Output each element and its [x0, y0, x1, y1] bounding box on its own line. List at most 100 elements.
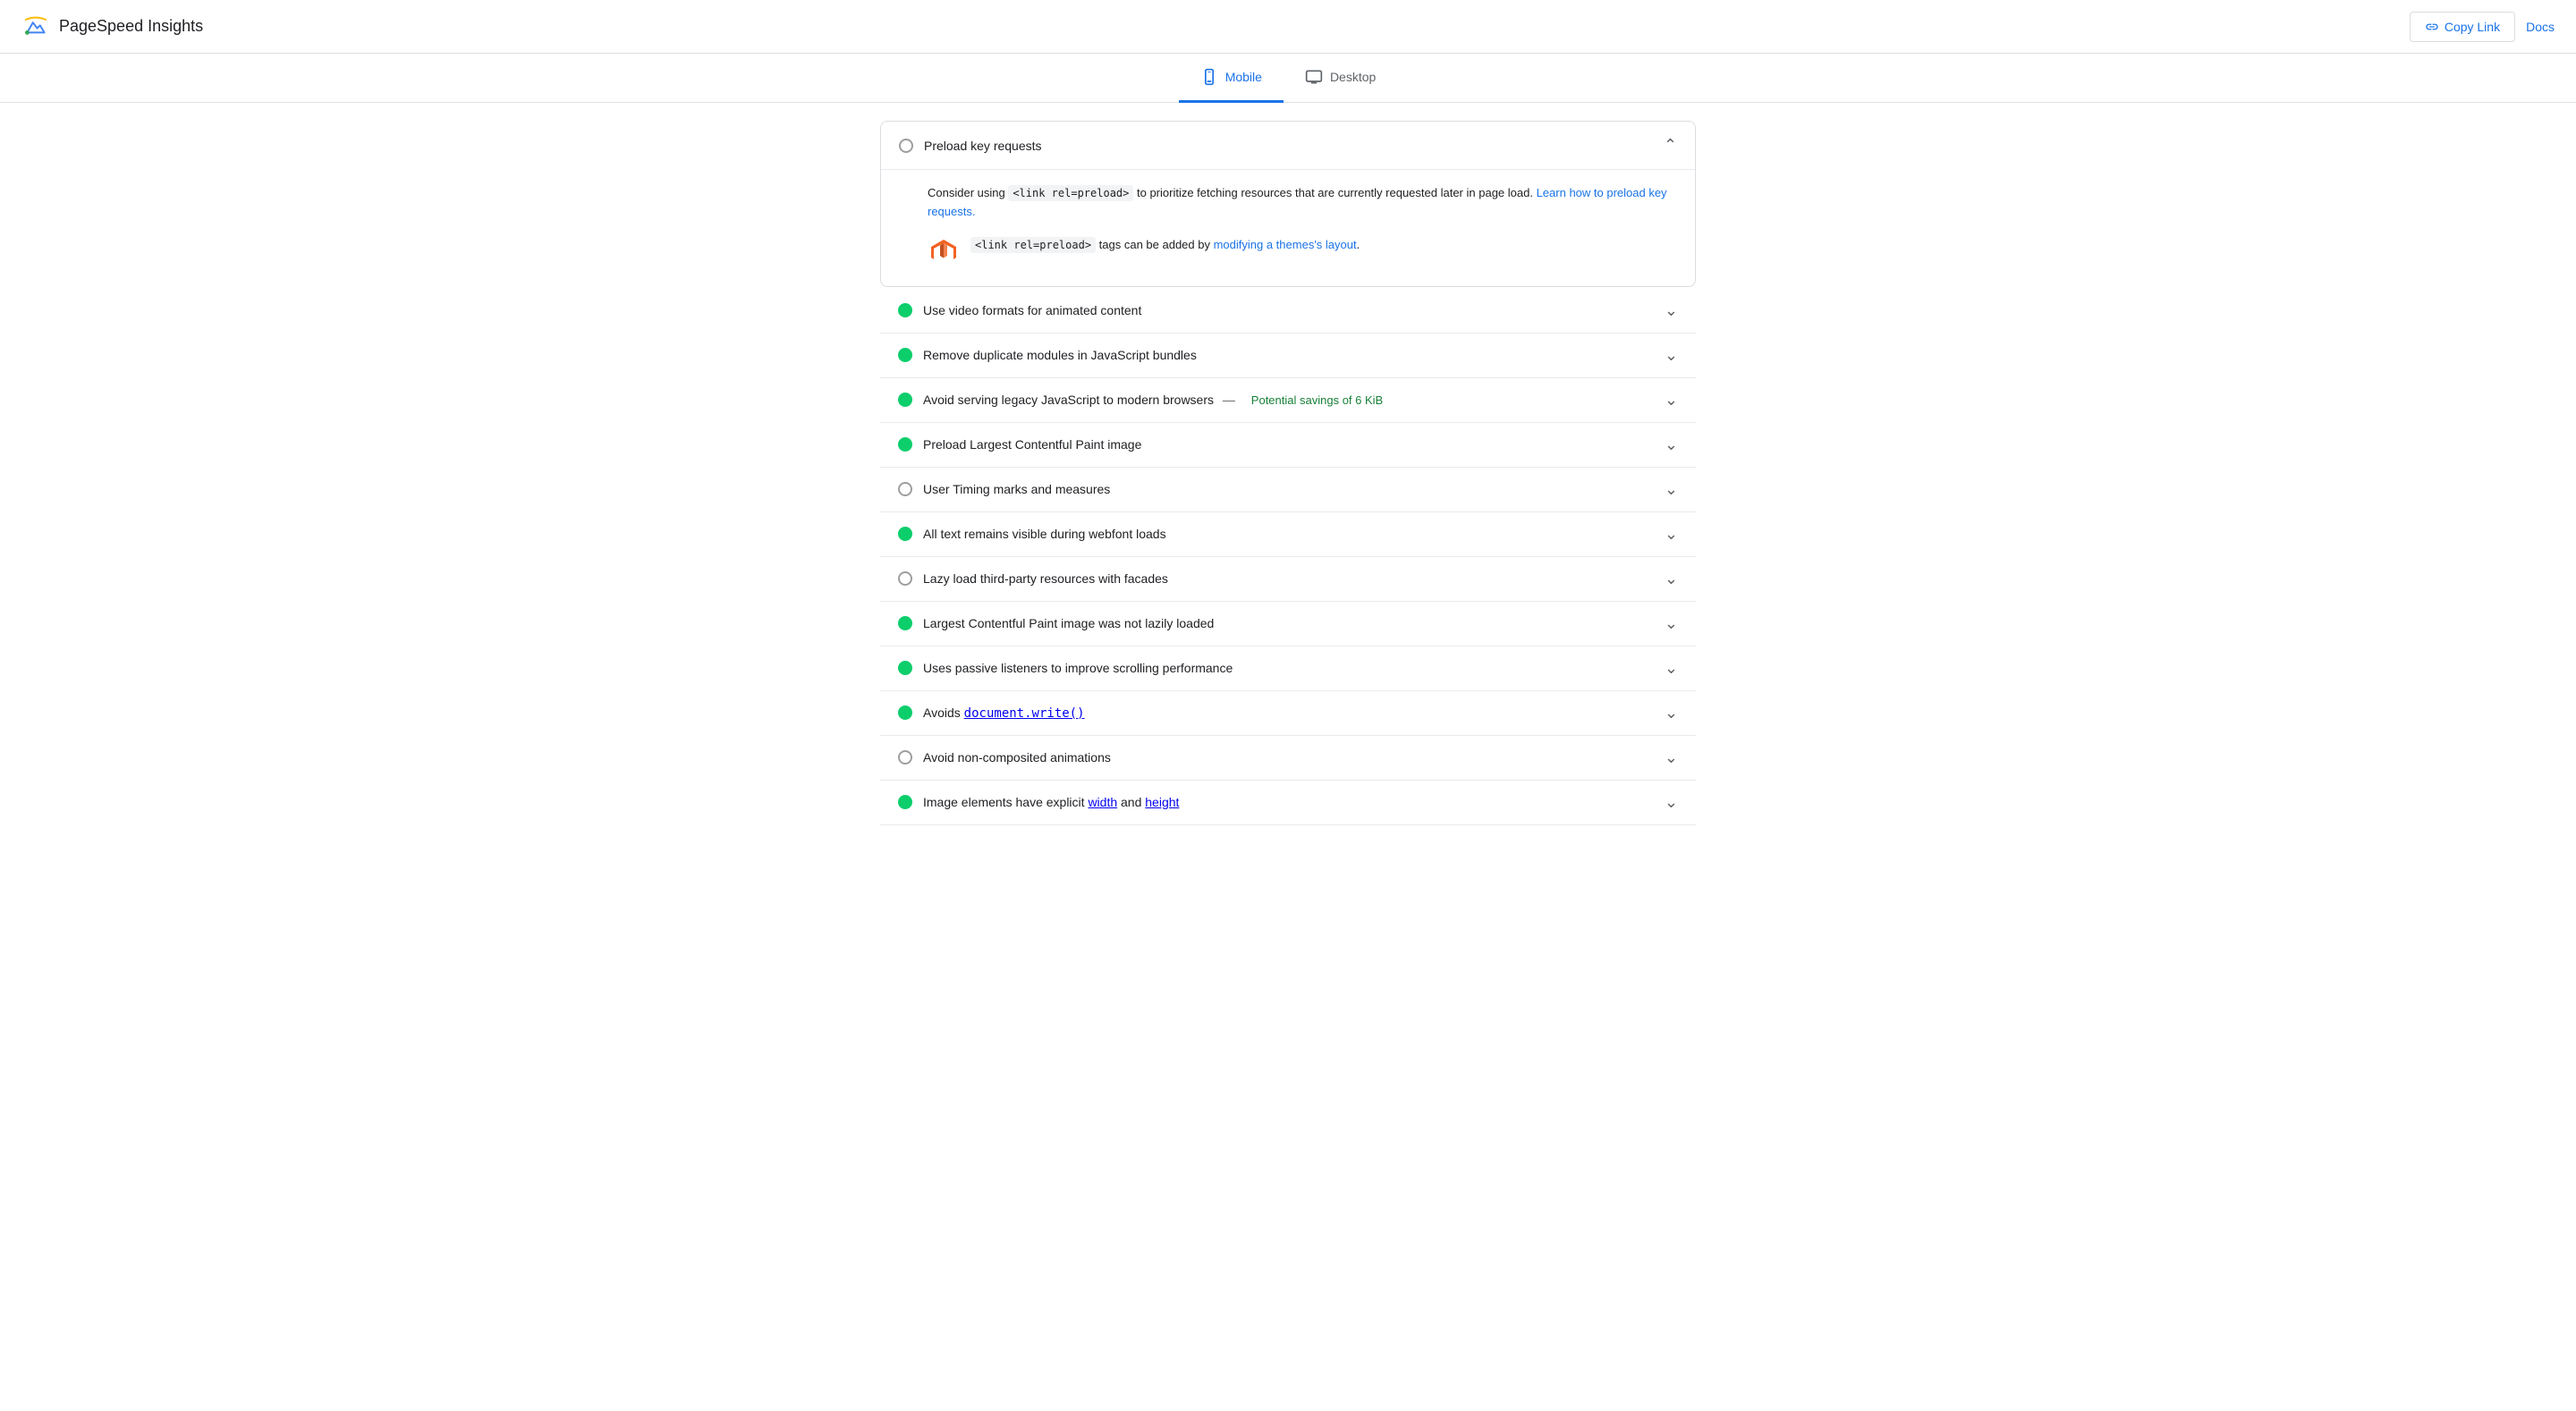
chevron-down-icon-4: ⌄: [1665, 435, 1678, 454]
chevron-down-icon-12: ⌄: [1665, 793, 1678, 812]
tab-mobile-label: Mobile: [1225, 70, 1262, 84]
audit-item-5[interactable]: User Timing marks and measures ⌄: [880, 468, 1696, 512]
audit-item-12[interactable]: Image elements have explicit width and h…: [880, 781, 1696, 825]
tab-desktop[interactable]: Desktop: [1284, 54, 1397, 103]
chevron-down-icon-3: ⌄: [1665, 391, 1678, 410]
tabs-nav: Mobile Desktop: [0, 54, 2576, 103]
audit-list: Use video formats for animated content ⌄…: [880, 289, 1696, 825]
audit-label-11: Avoid non-composited animations: [923, 750, 1111, 765]
header-right: Copy Link Docs: [2410, 12, 2555, 42]
magento-text: <link rel=preload> tags can be added by …: [970, 236, 1360, 255]
copy-link-button[interactable]: Copy Link: [2410, 12, 2515, 42]
audit-item-left-1: Use video formats for animated content: [898, 303, 1141, 317]
tab-desktop-label: Desktop: [1330, 70, 1376, 84]
savings-badge-3: Potential savings of 6 KiB: [1251, 393, 1383, 407]
audit-item-1[interactable]: Use video formats for animated content ⌄: [880, 289, 1696, 334]
audit-item-4[interactable]: Preload Largest Contentful Paint image ⌄: [880, 423, 1696, 468]
chevron-down-icon-5: ⌄: [1665, 480, 1678, 499]
status-dot-green-8: [898, 616, 912, 630]
audit-item-11[interactable]: Avoid non-composited animations ⌄: [880, 736, 1696, 781]
chevron-down-icon-2: ⌄: [1665, 346, 1678, 365]
panel-description: Consider using <link rel=preload> to pri…: [928, 184, 1674, 222]
code-snippet: <link rel=preload>: [1008, 185, 1133, 201]
audit-item-left-9: Uses passive listeners to improve scroll…: [898, 661, 1233, 675]
description-suffix: to prioritize fetching resources that ar…: [1133, 186, 1536, 199]
audit-label-3: Avoid serving legacy JavaScript to moder…: [923, 393, 1383, 407]
mobile-icon: [1200, 68, 1218, 86]
audit-item-left-11: Avoid non-composited animations: [898, 750, 1111, 765]
audit-item-left-5: User Timing marks and measures: [898, 482, 1110, 496]
audit-item-left-8: Largest Contentful Paint image was not l…: [898, 616, 1214, 630]
chevron-down-icon-1: ⌄: [1665, 301, 1678, 320]
chevron-down-icon-10: ⌄: [1665, 704, 1678, 722]
status-dot-na-11: [898, 750, 912, 765]
document-write-link[interactable]: document.write(): [964, 706, 1085, 720]
chevron-down-icon-7: ⌄: [1665, 570, 1678, 588]
panel-body: Consider using <link rel=preload> to pri…: [881, 169, 1695, 286]
magento-icon: [928, 236, 960, 268]
audit-item-left-6: All text remains visible during webfont …: [898, 527, 1166, 541]
status-dot-na: [899, 139, 913, 153]
status-dot-green-9: [898, 661, 912, 675]
width-link[interactable]: width: [1088, 795, 1117, 809]
panel-header-left: Preload key requests: [899, 139, 1042, 153]
audit-label-2: Remove duplicate modules in JavaScript b…: [923, 348, 1197, 362]
magento-text-prefix: <link rel=preload> tags can be added by: [970, 238, 1214, 251]
status-dot-green-12: [898, 795, 912, 809]
audit-item-7[interactable]: Lazy load third-party resources with fac…: [880, 557, 1696, 602]
audit-item-left-2: Remove duplicate modules in JavaScript b…: [898, 348, 1197, 362]
audit-item-9[interactable]: Uses passive listeners to improve scroll…: [880, 646, 1696, 691]
savings-separator-3: —: [1223, 393, 1239, 407]
audit-label-6: All text remains visible during webfont …: [923, 527, 1166, 541]
audit-label-8: Largest Contentful Paint image was not l…: [923, 616, 1214, 630]
magento-text-suffix: .: [1357, 238, 1360, 251]
status-dot-green-4: [898, 437, 912, 452]
status-dot-na-7: [898, 571, 912, 586]
audit-item-2[interactable]: Remove duplicate modules in JavaScript b…: [880, 334, 1696, 378]
status-dot-green-10: [898, 706, 912, 720]
link-icon: [2425, 20, 2439, 34]
document-write-code: document.write(): [964, 706, 1085, 721]
audit-label-9: Uses passive listeners to improve scroll…: [923, 661, 1233, 675]
audit-item-6[interactable]: All text remains visible during webfont …: [880, 512, 1696, 557]
audit-item-left-10: Avoids document.write(): [898, 706, 1085, 721]
chevron-up-icon: ⌃: [1664, 136, 1677, 155]
magento-layout-link[interactable]: modifying a themes's layout: [1214, 238, 1357, 251]
magento-notice: <link rel=preload> tags can be added by …: [928, 236, 1674, 268]
copy-link-label: Copy Link: [2445, 20, 2500, 34]
docs-link[interactable]: Docs: [2526, 20, 2555, 34]
status-dot-green-6: [898, 527, 912, 541]
audit-item-left-7: Lazy load third-party resources with fac…: [898, 571, 1168, 586]
status-dot-na-5: [898, 482, 912, 496]
panel-title: Preload key requests: [924, 139, 1042, 153]
tab-mobile[interactable]: Mobile: [1179, 54, 1284, 103]
header-left: PageSpeed Insights: [21, 13, 203, 41]
audit-label-10: Avoids document.write(): [923, 706, 1085, 721]
chevron-down-icon-6: ⌄: [1665, 525, 1678, 544]
audit-item-3[interactable]: Avoid serving legacy JavaScript to moder…: [880, 378, 1696, 423]
audit-label-4: Preload Largest Contentful Paint image: [923, 437, 1141, 452]
preload-key-requests-header[interactable]: Preload key requests ⌃: [881, 122, 1695, 169]
audit-label-12: Image elements have explicit width and h…: [923, 795, 1179, 809]
height-link[interactable]: height: [1145, 795, 1179, 809]
status-dot-green-3: [898, 393, 912, 407]
status-dot-green-1: [898, 303, 912, 317]
audit-label-1: Use video formats for animated content: [923, 303, 1141, 317]
audit-item-left-3: Avoid serving legacy JavaScript to moder…: [898, 393, 1383, 407]
preload-key-requests-panel: Preload key requests ⌃ Consider using <l…: [880, 121, 1696, 287]
audit-label-5: User Timing marks and measures: [923, 482, 1110, 496]
audit-item-left-4: Preload Largest Contentful Paint image: [898, 437, 1141, 452]
chevron-down-icon-8: ⌄: [1665, 614, 1678, 633]
magento-code: <link rel=preload>: [970, 237, 1096, 253]
audit-item-10[interactable]: Avoids document.write() ⌄: [880, 691, 1696, 736]
main-content: Preload key requests ⌃ Consider using <l…: [859, 103, 1717, 843]
audit-item-left-12: Image elements have explicit width and h…: [898, 795, 1179, 809]
description-prefix: Consider using: [928, 186, 1008, 199]
pagespeed-logo-icon: [21, 13, 50, 41]
chevron-down-icon-11: ⌄: [1665, 748, 1678, 767]
desktop-icon: [1305, 68, 1323, 86]
app-header: PageSpeed Insights Copy Link Docs: [0, 0, 2576, 54]
audit-item-8[interactable]: Largest Contentful Paint image was not l…: [880, 602, 1696, 646]
chevron-down-icon-9: ⌄: [1665, 659, 1678, 678]
app-title: PageSpeed Insights: [59, 17, 203, 36]
